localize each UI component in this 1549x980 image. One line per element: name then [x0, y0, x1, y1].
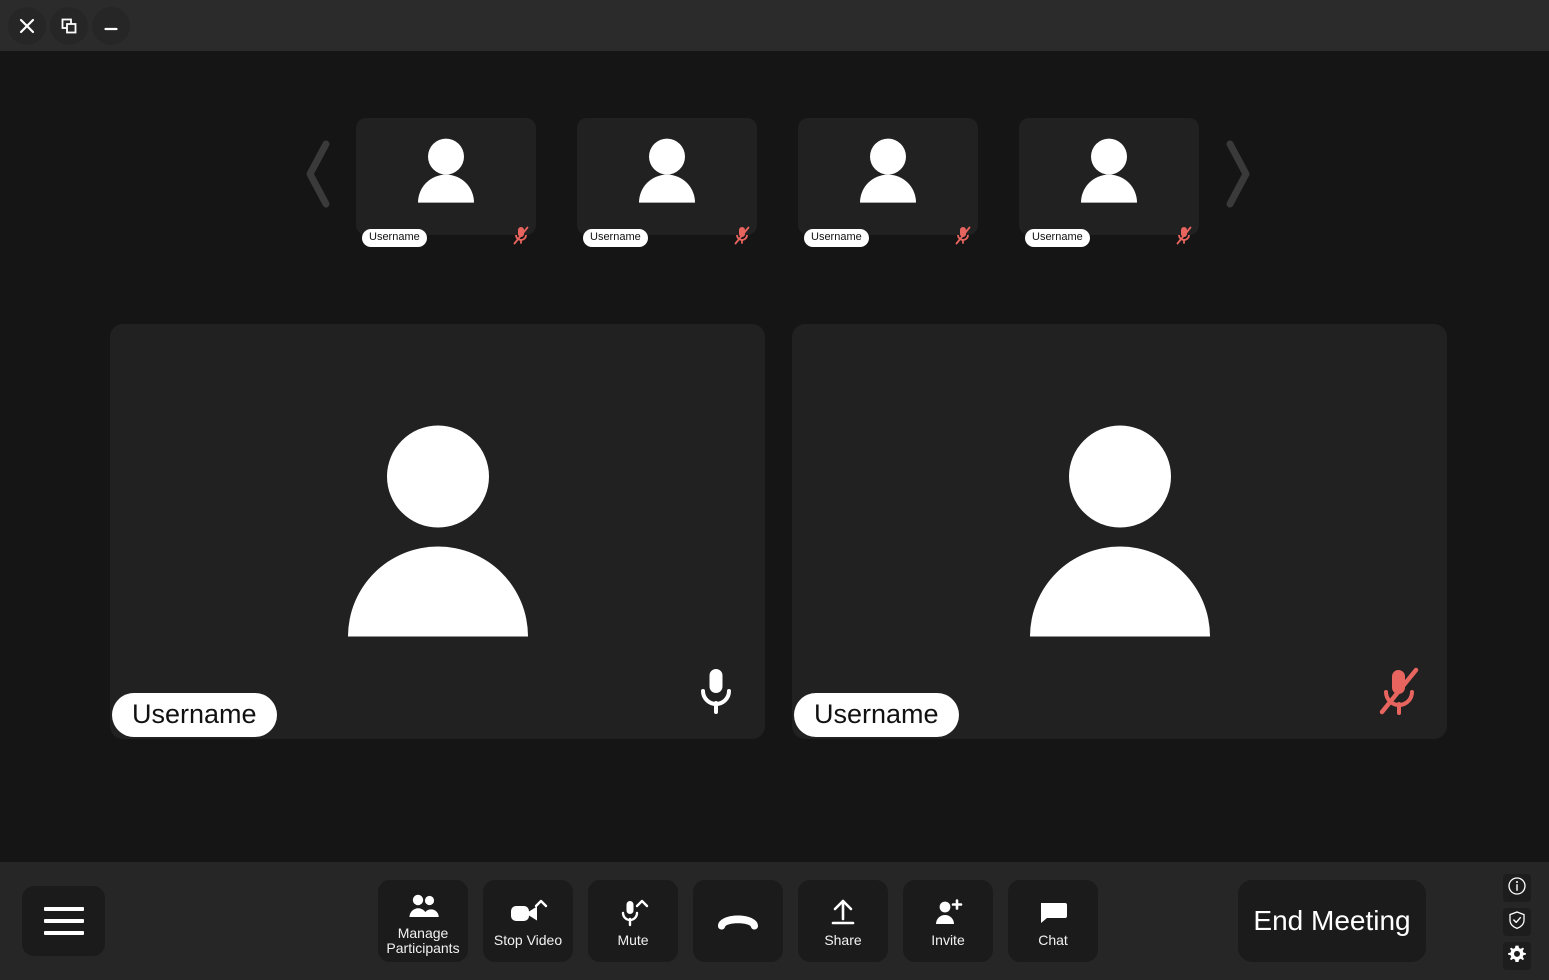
avatar	[343, 418, 533, 645]
avatar	[1025, 418, 1215, 645]
gallery-next-button[interactable]	[1215, 134, 1260, 219]
microphone-muted-icon	[512, 225, 530, 245]
thumbnail-username-pill: Username	[804, 228, 869, 247]
info-button[interactable]	[1503, 874, 1531, 902]
thumbnail-list: Username Username Username Username	[340, 117, 1215, 247]
participant-thumbnail[interactable]: Username	[356, 117, 536, 247]
main-video-tile[interactable]: Username	[110, 324, 765, 739]
stop-video-button[interactable]: Stop Video	[483, 880, 573, 962]
restore-window-icon	[59, 16, 79, 36]
manage-participants-label: Manage Participants	[386, 924, 460, 956]
shield-check-icon	[1507, 910, 1527, 935]
participant-thumbnail[interactable]: Username	[798, 117, 978, 247]
microphone-icon	[695, 666, 737, 714]
chat-label: Chat	[1038, 932, 1068, 948]
toolbar-side-icons	[1503, 874, 1531, 970]
microphone-muted-icon	[1377, 666, 1419, 715]
close-window-button[interactable]	[8, 6, 46, 45]
mute-label: Mute	[617, 932, 649, 948]
security-button[interactable]	[1503, 908, 1531, 936]
share-upload-icon	[828, 896, 858, 930]
participant-thumbnail[interactable]: Username	[577, 117, 757, 247]
close-icon	[17, 16, 37, 36]
minimize-window-button[interactable]	[92, 6, 130, 45]
chat-bubble-icon	[1037, 896, 1069, 930]
title-bar	[0, 0, 1549, 51]
main-username-pill: Username	[794, 693, 959, 737]
participant-thumbnail-strip: Username Username Username Username	[295, 111, 1260, 247]
chevron-right-icon	[1219, 136, 1257, 217]
chevron-left-icon	[299, 136, 337, 217]
microphone-icon	[615, 896, 651, 930]
settings-button[interactable]	[1503, 942, 1531, 970]
microphone-muted-icon	[1175, 225, 1193, 245]
microphone-muted-icon	[954, 225, 972, 245]
invite-button[interactable]: Invite	[903, 880, 993, 962]
hamburger-icon	[43, 907, 84, 911]
stop-video-label: Stop Video	[493, 932, 563, 948]
hamburger-icon-line	[43, 919, 84, 923]
share-label: Share	[824, 932, 862, 948]
participant-thumbnail[interactable]: Username	[1019, 117, 1199, 247]
hamburger-icon-line	[43, 931, 84, 935]
minimize-icon	[101, 16, 121, 36]
add-person-icon	[932, 896, 964, 930]
thumbnail-username-pill: Username	[1025, 228, 1090, 247]
thumbnail-username-pill: Username	[362, 228, 427, 247]
thumbnail-username-pill: Username	[583, 228, 648, 247]
leave-call-button[interactable]	[693, 880, 783, 962]
video-camera-icon	[508, 896, 548, 930]
restore-window-button[interactable]	[50, 6, 88, 45]
end-meeting-button[interactable]: End Meeting	[1238, 880, 1426, 962]
microphone-muted-icon	[733, 225, 751, 245]
mute-button[interactable]: Mute	[588, 880, 678, 962]
gallery-prev-button[interactable]	[295, 134, 340, 219]
video-stage: Username Username Username Username User…	[0, 51, 1549, 862]
invite-label: Invite	[931, 932, 965, 948]
avatar	[852, 137, 924, 210]
info-icon	[1507, 876, 1527, 901]
manage-participants-button[interactable]: Manage Participants	[378, 880, 468, 962]
main-video-tiles: Username Username	[110, 324, 1447, 739]
participants-icon	[407, 889, 439, 923]
chat-button[interactable]: Chat	[1008, 880, 1098, 962]
menu-button[interactable]	[22, 886, 105, 956]
toolbar-actions: Manage Participants Stop Video Mute Shar…	[378, 880, 1098, 962]
gear-icon	[1507, 944, 1527, 969]
meeting-toolbar: Manage Participants Stop Video Mute Shar…	[0, 862, 1549, 980]
share-button[interactable]: Share	[798, 880, 888, 962]
main-username-pill: Username	[112, 693, 277, 737]
main-video-tile[interactable]: Username	[792, 324, 1447, 739]
end-meeting-label: End Meeting	[1253, 905, 1411, 936]
avatar	[631, 137, 703, 210]
avatar	[410, 137, 482, 210]
phone-handset-icon	[714, 904, 762, 938]
meeting-window: Username Username Username Username User…	[0, 0, 1549, 980]
avatar	[1073, 137, 1145, 210]
